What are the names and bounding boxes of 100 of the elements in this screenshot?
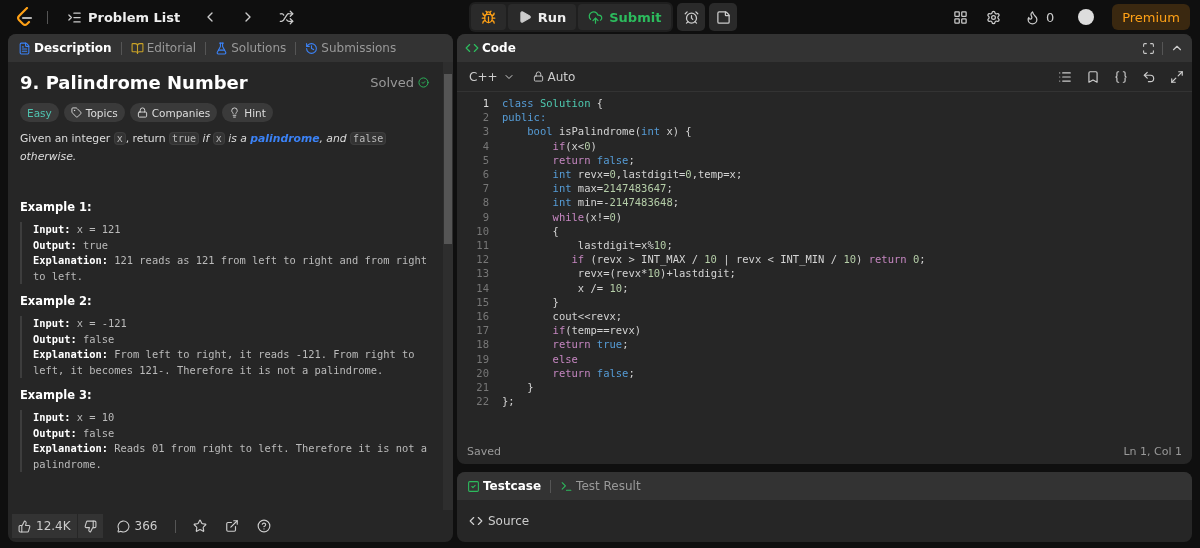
checkbox-icon: [467, 479, 480, 493]
bookmark-icon[interactable]: [1086, 69, 1100, 84]
line-number: 4: [481, 138, 489, 153]
submit-button[interactable]: Submit: [578, 4, 672, 30]
problem-description: Given an integer x , return true if x is a palindrome, and false otherwise.: [20, 130, 429, 166]
line-number: 13: [475, 266, 489, 281]
play-icon: [517, 10, 532, 24]
thumbs-up-icon: [18, 519, 31, 533]
notes-button[interactable]: [709, 3, 738, 31]
code-line: x /= 10;: [576, 280, 629, 295]
bug-icon: [480, 9, 496, 25]
code-line: while(x!=0): [551, 209, 623, 224]
premium-button[interactable]: Premium: [1112, 4, 1190, 30]
example-title: Example 2:: [20, 294, 93, 308]
code-line: return false;: [551, 365, 635, 381]
problem-list-button[interactable]: Problem List: [61, 3, 187, 31]
braces-icon[interactable]: [1114, 69, 1128, 84]
example-line: Explanation: From left to right, it reads -121. From right to left, it becomes 121-. Therefore it is not a palindrome.: [33, 347, 416, 378]
code-line: lastdigit=x%10;: [576, 238, 673, 253]
terminal-icon: [560, 479, 574, 493]
line-number: 10: [475, 223, 489, 239]
code-line: {: [551, 223, 559, 239]
lock-icon: [136, 107, 148, 118]
line-number: 12: [475, 252, 489, 267]
flask-icon: [215, 41, 229, 55]
streak-button[interactable]: 0: [1018, 3, 1061, 31]
comments-button[interactable]: 366: [112, 514, 162, 538]
example-title: Example 3:: [20, 388, 93, 402]
code-line: return true;: [551, 337, 629, 352]
code-line: public:: [502, 110, 547, 125]
example-line: Explanation: Reads 01 from right to left. Therefore it is not a palindrome.: [33, 441, 429, 472]
history-icon: [305, 41, 319, 55]
tag-chip[interactable]: Companies: [129, 103, 218, 122]
code-line: };: [502, 394, 515, 409]
code-line: int max=2147483647;: [551, 181, 673, 196]
scrollbar[interactable]: [443, 62, 453, 510]
like-button[interactable]: 12.4K: [12, 514, 77, 538]
code-line: class Solution {: [502, 96, 604, 111]
panel-tab[interactable]: Test Result: [558, 474, 643, 498]
avatar[interactable]: [1078, 9, 1095, 25]
panel-tab[interactable]: Solutions: [213, 36, 289, 60]
format-icon[interactable]: [1058, 69, 1072, 84]
code-line: if(temp==revx): [551, 323, 642, 338]
panel-tab[interactable]: Testcase: [465, 474, 544, 498]
logo-icon[interactable]: [16, 7, 34, 27]
source-button[interactable]: Source: [465, 509, 534, 533]
code-line: revx=(revx*10)+lastdigit;: [576, 266, 736, 281]
tag-chip[interactable]: Topics: [63, 103, 125, 122]
line-number: 18: [475, 337, 489, 352]
timer-button[interactable]: [677, 3, 706, 31]
flame-icon: [1024, 9, 1040, 25]
code-icon: [465, 41, 479, 55]
example-line: Output: false: [33, 425, 116, 441]
line-number: 6: [481, 167, 489, 182]
thumbs-down-icon: [83, 519, 97, 533]
check-circle-icon: [418, 77, 429, 88]
code-line: cout<<revx;: [551, 309, 623, 324]
dislike-button[interactable]: [77, 514, 103, 538]
language-select[interactable]: C++: [465, 64, 519, 89]
line-number: 14: [475, 280, 489, 295]
lightbulb-icon: [229, 107, 241, 118]
settings-icon[interactable]: [985, 9, 1001, 25]
line-number: 1: [481, 96, 489, 111]
help-icon: [256, 519, 271, 533]
saved-status: Saved: [467, 444, 501, 458]
example-line: Input: x = 121: [33, 222, 122, 237]
list-icon: [67, 9, 82, 25]
line-number: 16: [475, 309, 489, 324]
code-line: }: [526, 380, 534, 395]
solved-status: Solved: [370, 75, 414, 90]
document-icon: [18, 41, 31, 55]
palindrome-link[interactable]: palindrome: [250, 132, 320, 145]
panel-tab[interactable]: Submissions: [303, 36, 399, 60]
expand-icon[interactable]: [1170, 69, 1184, 84]
line-number: 17: [475, 323, 489, 338]
code-line: if (revx > INT_MAX / 10 | revx < INT_MIN / 10) return 0;: [570, 252, 926, 267]
code-line: }: [551, 294, 559, 310]
line-number: 5: [481, 152, 489, 167]
lock-icon: [532, 71, 544, 82]
difficulty-label: Easy: [20, 103, 59, 122]
debug-button[interactable]: [470, 4, 506, 30]
run-button[interactable]: Run: [507, 4, 577, 30]
line-number: 8: [481, 195, 489, 210]
grid-icon[interactable]: [952, 9, 968, 25]
code-icon: [469, 514, 483, 528]
line-number: 20: [475, 365, 489, 381]
line-number: 21: [475, 380, 489, 395]
share-icon: [224, 519, 239, 533]
code-line: int min=-2147483648;: [551, 195, 680, 210]
fullscreen-icon[interactable]: [1142, 41, 1155, 55]
panel-tab[interactable]: Editorial: [128, 36, 199, 60]
auto-mode[interactable]: Auto: [547, 69, 576, 84]
tag-chip[interactable]: Hint: [222, 103, 273, 122]
code-line: if(x<0): [551, 138, 597, 153]
undo-icon[interactable]: [1142, 69, 1156, 84]
problem-title: 9. Palindrome Number: [20, 72, 248, 93]
book-icon: [130, 41, 144, 55]
panel-tab[interactable]: Description: [16, 36, 114, 60]
example-line: Input: x = 10: [33, 410, 116, 425]
tag-icon: [70, 107, 82, 118]
